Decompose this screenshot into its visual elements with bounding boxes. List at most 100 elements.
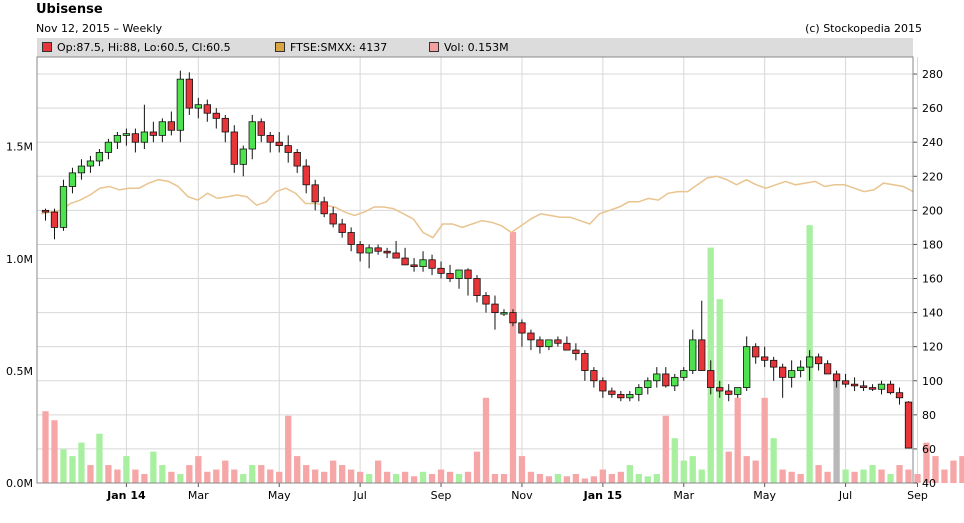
candle-body xyxy=(779,366,787,378)
candle-body xyxy=(104,141,113,153)
candle-body xyxy=(788,370,796,378)
price-tick-label: 100 xyxy=(922,375,943,388)
volume-bar xyxy=(815,465,822,483)
volume-bar xyxy=(842,469,849,483)
candle-body xyxy=(293,152,301,167)
price-tick-label: 280 xyxy=(922,68,943,81)
candle-body xyxy=(275,141,283,147)
volume-bar xyxy=(617,471,624,483)
candle-body xyxy=(428,259,436,269)
candle-body xyxy=(302,165,310,186)
candle-body xyxy=(635,387,643,395)
candle-body xyxy=(365,247,373,254)
price-tick-label: 220 xyxy=(922,170,943,183)
volume-bar xyxy=(339,465,346,483)
candle-body xyxy=(446,273,454,279)
volume-bar xyxy=(330,460,337,483)
candle-body xyxy=(662,373,670,387)
volume-bar xyxy=(491,474,499,483)
volume-bar xyxy=(410,476,418,483)
volume-bar xyxy=(186,465,193,483)
volume-bar xyxy=(231,469,238,483)
volume-bar xyxy=(446,471,454,483)
candle-body xyxy=(850,383,859,387)
volume-bar xyxy=(222,460,229,483)
x-tick-label: May xyxy=(753,489,776,502)
volume-bar xyxy=(941,469,948,483)
volume-bar xyxy=(599,469,607,483)
candle-body xyxy=(410,264,418,267)
x-tick-label: Jul xyxy=(352,489,366,502)
volume-bar xyxy=(554,474,562,483)
candle-body xyxy=(725,390,733,395)
x-tick-label: Mar xyxy=(188,489,209,502)
volume-bar xyxy=(168,471,175,483)
volume-bar xyxy=(419,471,427,483)
candle-body xyxy=(761,356,769,361)
volume-bar xyxy=(860,469,867,483)
candle-body xyxy=(95,152,104,162)
volume-bar xyxy=(105,465,112,483)
candle-body xyxy=(581,353,589,371)
volume-bar xyxy=(518,456,526,483)
candle-body xyxy=(383,250,391,254)
candle-body xyxy=(680,370,688,378)
candle-body xyxy=(167,121,175,131)
candle-body xyxy=(859,385,868,388)
candle-body xyxy=(122,133,131,136)
volume-bar xyxy=(653,474,660,483)
candle-body xyxy=(752,346,760,358)
price-tick-label: 160 xyxy=(922,273,943,286)
volume-bar xyxy=(473,451,481,483)
candle-body xyxy=(796,366,805,371)
volume-bar xyxy=(114,469,121,483)
candle-body xyxy=(572,349,580,354)
candle-body xyxy=(266,134,274,143)
candle-body xyxy=(329,213,337,225)
candle-body xyxy=(518,322,526,334)
volume-bar xyxy=(626,465,633,483)
volume-bar xyxy=(78,442,85,483)
candle-body xyxy=(338,223,346,233)
volume-bar xyxy=(671,438,678,483)
volume-tick-label: 1.0M xyxy=(6,253,33,266)
volume-bar xyxy=(536,474,544,483)
x-tick-label: May xyxy=(268,489,291,502)
candle-body xyxy=(86,160,95,167)
candle-body xyxy=(590,370,598,382)
candle-body xyxy=(41,209,50,213)
volume-bar xyxy=(303,465,310,483)
candle-body xyxy=(707,370,715,388)
candle-body xyxy=(176,78,184,131)
candle-body xyxy=(374,247,382,252)
candle-body xyxy=(419,259,427,267)
volume-bar xyxy=(725,451,732,483)
volume-bar xyxy=(545,476,553,483)
x-tick-label: Sep xyxy=(431,489,452,502)
volume-bar xyxy=(42,411,49,483)
candle-body xyxy=(455,269,463,279)
candle-body xyxy=(239,148,247,165)
volume-bar xyxy=(824,471,831,483)
candle-body xyxy=(805,356,814,368)
candle-body xyxy=(527,332,535,341)
candle-body xyxy=(59,186,68,228)
price-tick-label: 240 xyxy=(922,136,943,149)
candle-body xyxy=(77,165,86,174)
volume-bar xyxy=(258,465,265,483)
volume-bar xyxy=(401,471,409,483)
volume-bar xyxy=(51,420,58,483)
candle-body xyxy=(149,131,158,136)
candle-body xyxy=(347,232,355,245)
volume-bar xyxy=(680,460,687,483)
candle-body xyxy=(203,104,211,114)
volume-bar xyxy=(869,465,876,483)
candle-body xyxy=(554,339,562,344)
volume-bar xyxy=(321,471,328,483)
volume-bar xyxy=(896,465,903,483)
volume-bar xyxy=(761,397,768,483)
candle-body xyxy=(257,121,265,136)
candle-body xyxy=(671,376,679,387)
volume-bar xyxy=(743,456,750,483)
price-tick-label: 260 xyxy=(922,102,943,115)
